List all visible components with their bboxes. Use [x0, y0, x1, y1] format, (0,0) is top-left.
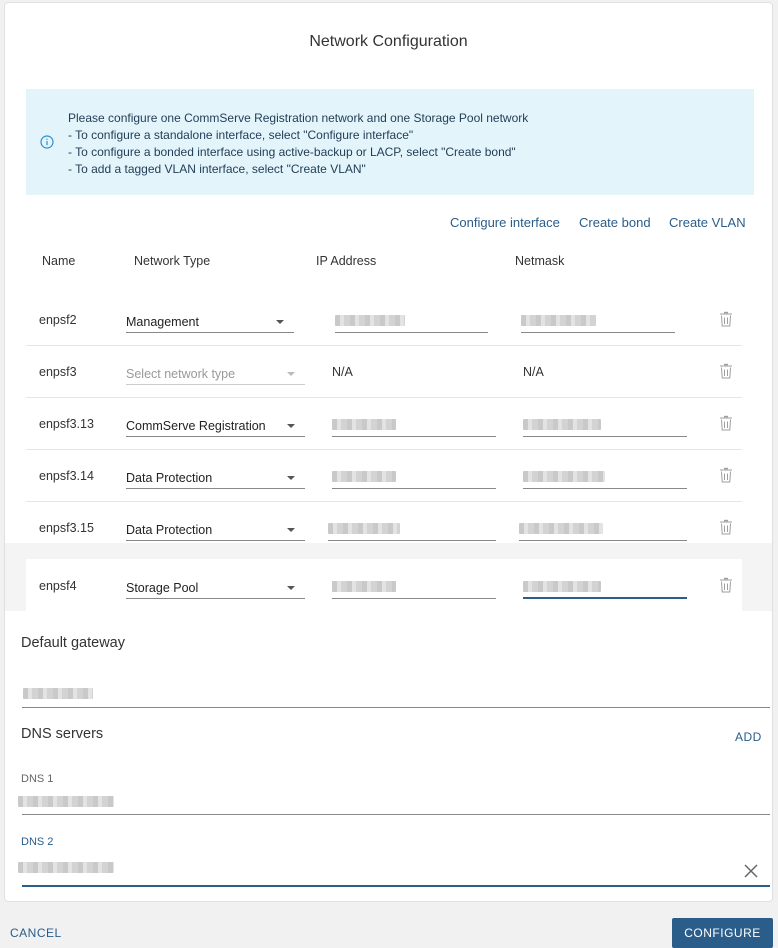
info-text: Please configure one CommServe Registrat… [68, 110, 528, 178]
info-line: - To configure a bonded interface using … [68, 145, 516, 159]
netmask-field[interactable] [523, 573, 687, 599]
table-row: enpsf2 Management [26, 293, 742, 346]
create-bond-link[interactable]: Create bond [579, 215, 651, 230]
ip-address-value: N/A [332, 365, 353, 379]
network-type-value: CommServe Registration [126, 419, 266, 433]
caret-down-icon [287, 424, 295, 428]
network-type-placeholder: Select network type [126, 367, 236, 381]
info-circle-icon [40, 135, 54, 149]
dns-2-field[interactable] [18, 853, 770, 887]
dns-1-value [18, 796, 114, 807]
default-gateway-value [23, 688, 93, 699]
header-netmask: Netmask [515, 254, 565, 268]
table-row: enpsf3 Select network type N/A N/A [26, 345, 742, 398]
ip-address-field[interactable] [332, 463, 496, 489]
cancel-button[interactable]: CANCEL [10, 926, 62, 940]
netmask-field[interactable] [523, 411, 687, 437]
interface-name: enpsf3.13 [39, 417, 94, 431]
trash-icon[interactable] [719, 519, 733, 535]
netmask-value: N/A [523, 365, 544, 379]
network-configuration-dialog: Network Configuration Please configure o… [4, 2, 773, 902]
dns-servers-title: DNS servers [21, 726, 104, 742]
network-type-select[interactable]: Management [126, 307, 294, 333]
trash-icon[interactable] [719, 311, 733, 327]
configure-button[interactable]: CONFIGURE [672, 918, 773, 948]
interface-name: enpsf4 [39, 579, 77, 593]
dns-1-field[interactable] [18, 788, 770, 815]
trash-icon[interactable] [719, 467, 733, 483]
netmask-value [519, 523, 603, 534]
header-network-type: Network Type [134, 254, 211, 268]
header-name: Name [42, 254, 76, 268]
netmask-value [523, 581, 601, 592]
ip-address-field[interactable] [332, 573, 496, 599]
network-type-value: Data Protection [126, 471, 213, 485]
ip-address-value [328, 523, 400, 534]
configure-interface-link[interactable]: Configure interface [450, 215, 560, 230]
table-row: enpsf3.13 CommServe Registration [26, 397, 742, 450]
trash-icon[interactable] [719, 363, 733, 379]
ip-address-value [332, 419, 396, 430]
default-gateway-title: Default gateway [21, 635, 125, 651]
network-type-select[interactable]: Storage Pool [126, 573, 305, 599]
network-type-select[interactable]: Select network type [126, 359, 305, 385]
add-dns-button[interactable]: ADD [735, 730, 762, 744]
header-ip-address: IP Address [316, 254, 377, 268]
network-type-value: Management [126, 315, 199, 329]
close-icon[interactable] [742, 862, 760, 880]
netmask-value [521, 315, 596, 326]
netmask-value [523, 471, 605, 482]
netmask-field[interactable] [521, 307, 675, 333]
dns-1-label: DNS 1 [21, 773, 54, 785]
caret-down-icon [287, 528, 295, 532]
info-banner: Please configure one CommServe Registrat… [26, 89, 754, 195]
caret-down-icon [287, 586, 295, 590]
dns-2-label: DNS 2 [21, 836, 54, 848]
netmask-field[interactable] [519, 515, 687, 541]
network-type-value: Storage Pool [126, 581, 199, 595]
caret-down-icon [276, 320, 284, 324]
caret-down-icon [287, 476, 295, 480]
caret-down-icon [287, 372, 295, 376]
info-line: - To configure a standalone interface, s… [68, 128, 414, 142]
table-row: enpsf3.14 Data Protection [26, 449, 742, 502]
trash-icon[interactable] [719, 577, 733, 593]
create-vlan-link[interactable]: Create VLAN [669, 215, 746, 230]
network-type-select[interactable]: Data Protection [126, 463, 305, 489]
trash-icon[interactable] [719, 415, 733, 431]
netmask-value [523, 419, 601, 430]
default-gateway-field[interactable] [22, 679, 770, 708]
dns-2-value [18, 862, 114, 873]
ip-address-field[interactable] [332, 411, 496, 437]
interface-name: enpsf3.14 [39, 469, 94, 483]
network-type-select[interactable]: CommServe Registration [126, 411, 305, 437]
network-type-select[interactable]: Data Protection [126, 515, 305, 541]
interface-name: enpsf2 [39, 313, 77, 327]
ip-address-value [332, 581, 396, 592]
ip-address-value [332, 471, 396, 482]
netmask-field[interactable] [523, 463, 687, 489]
ip-address-field[interactable] [328, 515, 496, 541]
network-type-value: Data Protection [126, 523, 213, 537]
dialog-title: Network Configuration [309, 33, 468, 50]
info-line: - To add a tagged VLAN interface, select… [68, 162, 366, 176]
ip-address-value [335, 315, 405, 326]
interface-name: enpsf3.15 [39, 521, 94, 535]
info-line: Please configure one CommServe Registrat… [68, 111, 529, 125]
interface-name: enpsf3 [39, 365, 77, 379]
table-row: enpsf4 Storage Pool [26, 559, 742, 611]
ip-address-field[interactable] [335, 307, 488, 333]
